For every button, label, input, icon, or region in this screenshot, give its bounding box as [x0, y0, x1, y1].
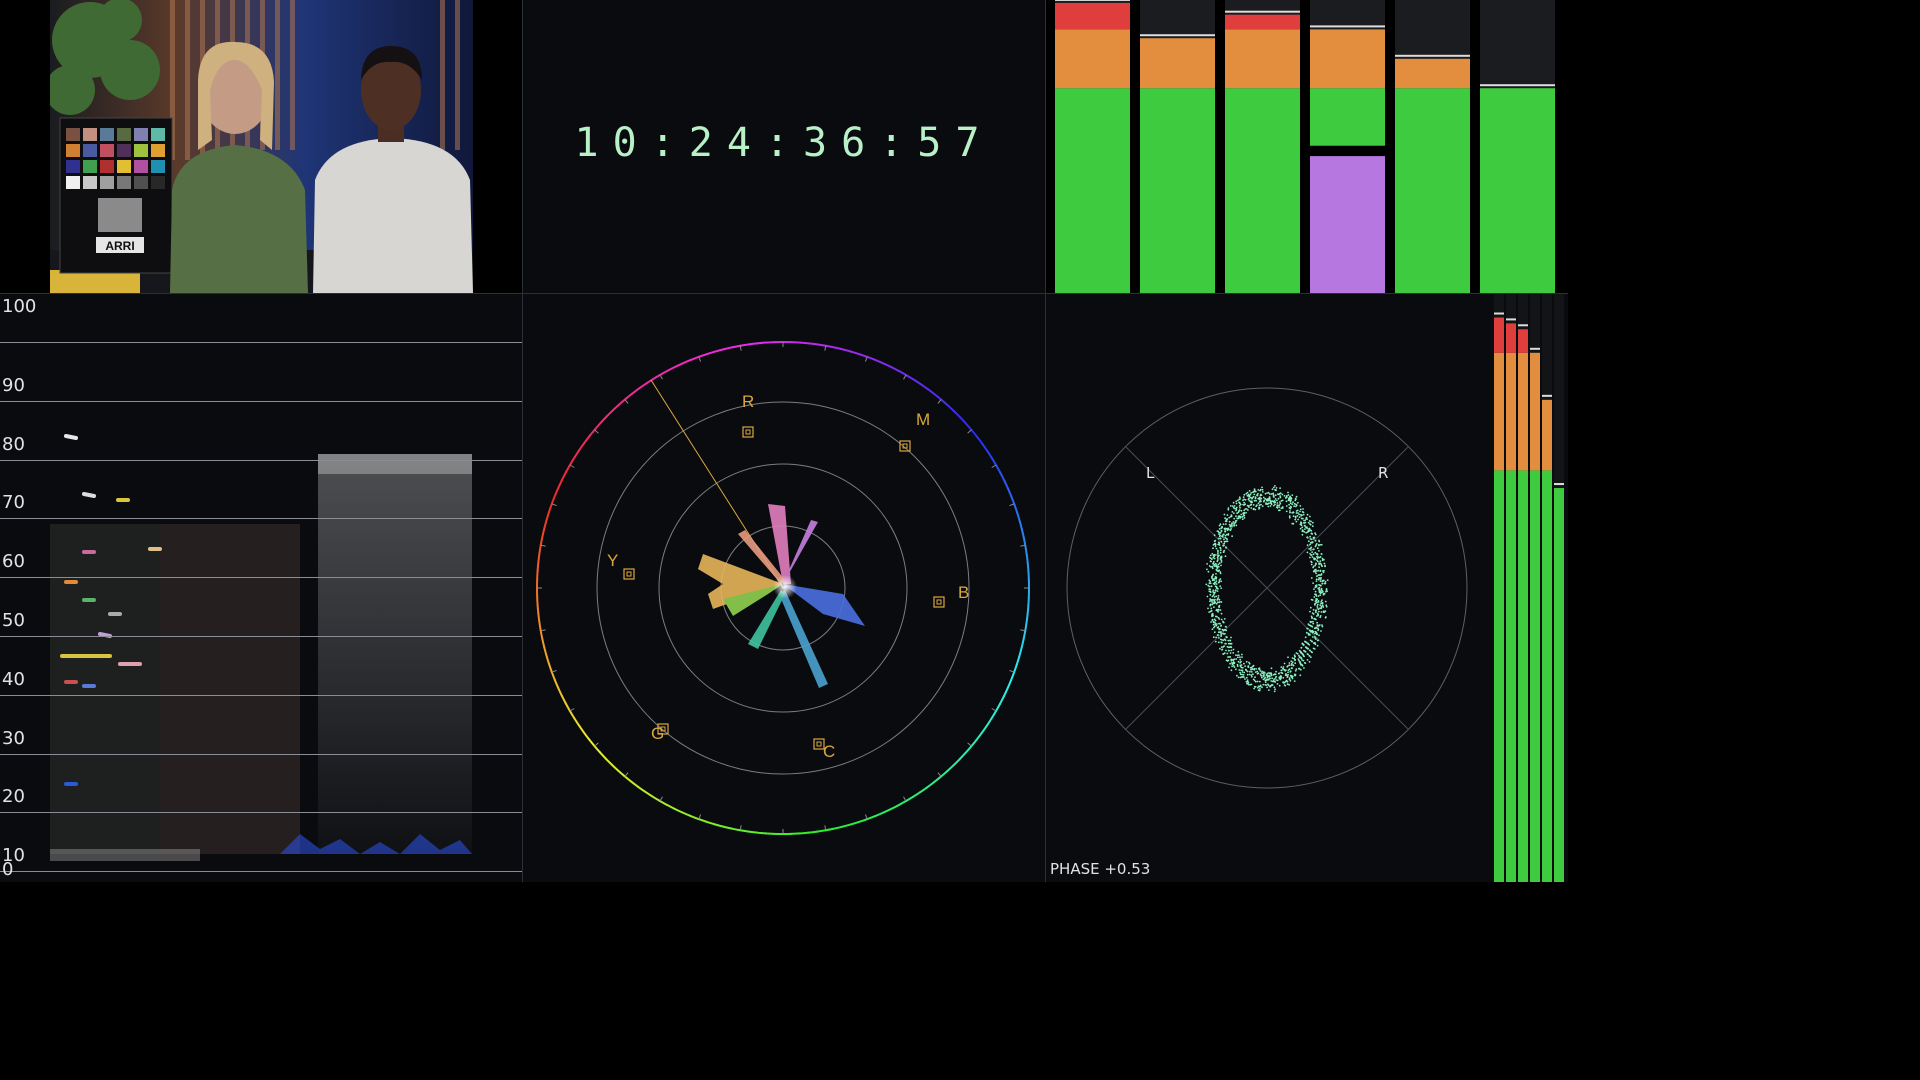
vector-target-box: [623, 568, 635, 580]
waveform-gridline: [0, 400, 522, 402]
meter-peak-hold: [1055, 0, 1130, 1]
meter-green-segment: [1480, 88, 1555, 293]
vector-target-label: M: [916, 410, 930, 429]
meter-orange-segment: [1395, 58, 1470, 89]
arri-logo-text: ARRI: [105, 239, 134, 253]
waveform-gridline: [0, 636, 522, 637]
meter-orange-segment: [1140, 38, 1215, 89]
waveform-scale-label: 90: [2, 374, 25, 396]
vector-target-box: [899, 440, 911, 452]
left-channel-label: L: [1146, 464, 1155, 482]
meter-orange-segment: [1055, 29, 1130, 89]
waveform-scale-label: 80: [2, 433, 25, 455]
vector-target-box: [742, 426, 754, 438]
audio-meter-bars: [1055, 0, 1555, 293]
meter-green-segment: [1225, 88, 1300, 293]
waveform-scale-label: 100: [2, 296, 37, 317]
meter-green-segment: [1140, 88, 1215, 293]
waveform-gridline: [0, 577, 522, 579]
vector-target-label: G: [651, 724, 664, 743]
waveform-scale-label: 40: [2, 668, 25, 690]
waveform-monitor: 100 90 80 70 60 50 40 30 20 10 0: [0, 294, 523, 882]
audio-meter-channel: [1310, 0, 1385, 293]
color-checker-chart: ARRI: [59, 117, 173, 274]
waveform-scale-label: 20: [2, 786, 25, 808]
vectorscope-graticule: R M B C G Y: [536, 341, 1031, 836]
right-channel-label: R: [1378, 464, 1389, 482]
audio-meter-channel: [1395, 0, 1470, 293]
video-frame: ARRI: [50, 0, 473, 293]
meter-peak-hold: [1310, 25, 1385, 28]
audio-level-meters: [1046, 0, 1568, 294]
vectorscope: R M B C G Y: [523, 294, 1046, 882]
video-image: ARRI: [50, 0, 473, 293]
waveform-scale-label: 70: [2, 492, 25, 514]
video-preview-panel: ARRI: [0, 0, 523, 294]
waveform-scale-label: 0: [2, 859, 14, 880]
waveform-scale-label: 30: [2, 727, 25, 749]
meter-peak-hold: [1395, 54, 1470, 57]
waveform-gridline: [0, 812, 522, 814]
audio-meter-channel: [1225, 0, 1300, 293]
meter-red-segment: [1055, 2, 1130, 30]
phase-readout: PHASE +0.53: [1050, 860, 1151, 878]
waveform-scale-label: 60: [2, 551, 25, 573]
waveform-gridline: [0, 753, 522, 755]
meter-peak-hold: [1225, 10, 1300, 13]
waveform-gridline: [0, 459, 522, 461]
audio-meter-channel: [1055, 0, 1130, 293]
waveform-trace: [50, 434, 472, 861]
waveform-gridline: [0, 694, 522, 696]
waveform-gridline: [0, 871, 522, 873]
timecode-panel: 10:24:36:57: [523, 0, 1046, 294]
vector-target-box: [933, 596, 945, 608]
meter-orange-segment: [1225, 29, 1300, 89]
meter-red-segment: [1225, 14, 1300, 30]
meter-peak-hold: [1140, 34, 1215, 37]
audio-meter-channel: [1480, 0, 1555, 293]
meter-peak-hold: [1480, 84, 1555, 87]
vector-target-label: Y: [607, 551, 618, 570]
meter-green-segment: [1055, 88, 1130, 293]
meter-alert-segment: [1310, 156, 1385, 293]
audio-meter-channel: [1140, 0, 1215, 293]
side-level-meters: [1494, 294, 1564, 882]
meter-green-segment: [1310, 88, 1385, 146]
meter-gap: [1310, 145, 1385, 157]
stereo-phase-scope: L R PHASE +0.53: [1046, 294, 1568, 882]
timecode-display: 10:24:36:57: [574, 120, 994, 166]
vector-target-label: C: [823, 742, 835, 761]
waveform-gridline: [0, 342, 522, 343]
waveform-scale-label: 50: [2, 610, 25, 631]
vector-target-label: R: [742, 392, 754, 411]
meter-green-segment: [1395, 88, 1470, 293]
meter-orange-segment: [1310, 29, 1385, 89]
vector-target-label: B: [958, 583, 969, 602]
waveform-gridline: [0, 518, 522, 520]
